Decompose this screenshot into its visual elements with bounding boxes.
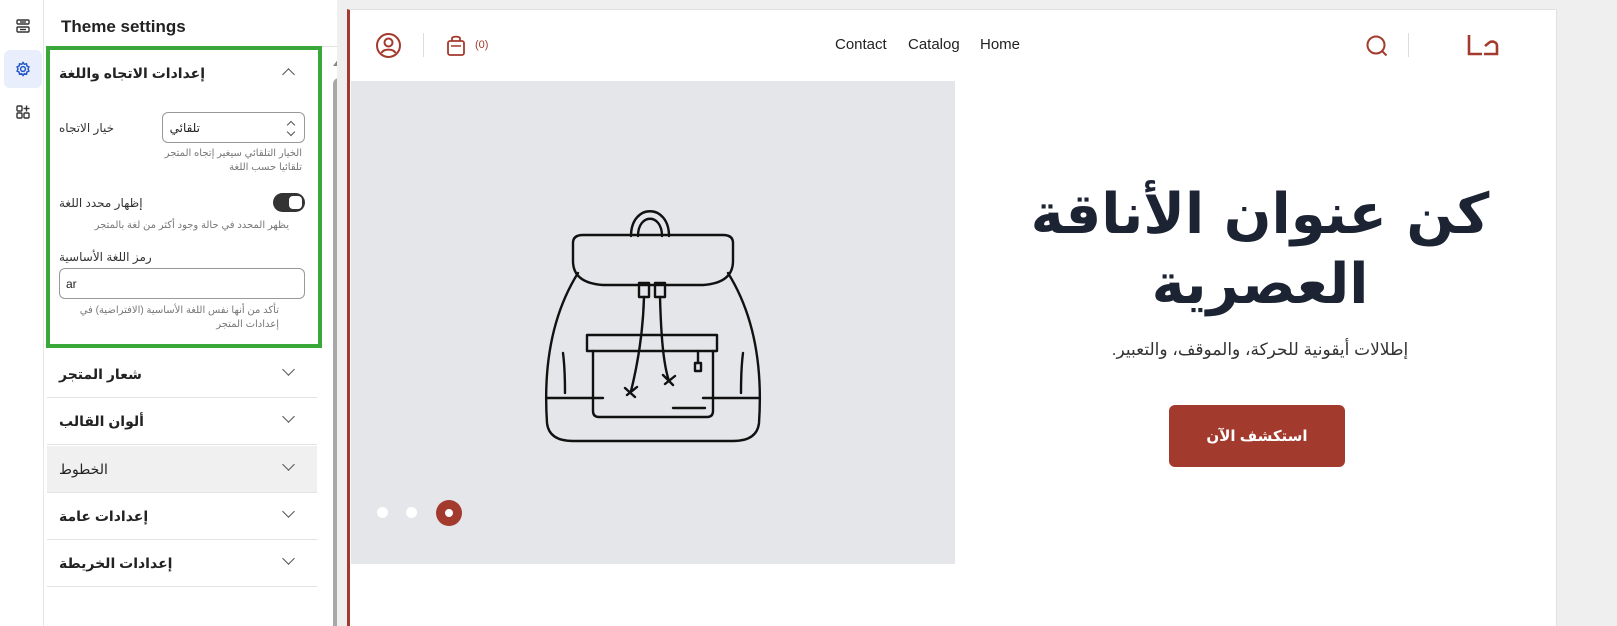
cart-icon[interactable] bbox=[446, 33, 466, 57]
slider-dot-3-active[interactable] bbox=[436, 500, 462, 526]
section-theme-colors[interactable]: ألوان القالب bbox=[47, 398, 317, 445]
chevron-down-icon bbox=[282, 552, 295, 565]
explore-now-button[interactable]: استكشف الآن bbox=[1169, 405, 1345, 467]
section-map[interactable]: إعدادات الخريطة bbox=[47, 540, 317, 587]
hero-title: كن عنوان الأناقة العصرية bbox=[1030, 182, 1490, 317]
slider-dot-1[interactable] bbox=[377, 507, 388, 518]
section-title: إعدادات الخريطة bbox=[59, 555, 173, 571]
section-store-logo[interactable]: شعار المتجر bbox=[47, 351, 317, 398]
direction-select-value: تلقائي bbox=[169, 121, 200, 135]
section-title: ألوان القالب bbox=[59, 413, 144, 429]
section-title: شعار المتجر bbox=[59, 366, 142, 382]
store-logo[interactable] bbox=[1466, 33, 1500, 57]
nav-home[interactable]: Home bbox=[980, 36, 1020, 53]
lang-code-input[interactable]: ar bbox=[59, 268, 305, 299]
lang-code-value: ar bbox=[66, 277, 77, 291]
icon-rail bbox=[0, 0, 44, 626]
lang-switch-help: يظهر المحدد في حالة وجود أكثر من لغة بال… bbox=[94, 220, 289, 231]
hero-image bbox=[351, 81, 955, 564]
header-separator bbox=[1408, 33, 1409, 57]
cart-count: (0) bbox=[475, 39, 489, 51]
direction-help: الخيار التلقائي سيغير إتجاه المتجر تلقائ… bbox=[164, 148, 302, 173]
section-title: إعدادات عامة bbox=[59, 508, 149, 524]
chevron-down-icon bbox=[282, 363, 295, 376]
sections-icon[interactable] bbox=[4, 7, 42, 45]
panel-title: Theme settings bbox=[61, 17, 186, 36]
lang-code-label: رمز اللغة الأساسية bbox=[59, 250, 152, 264]
hero-subtitle: إطلالات أيقونية للحركة، والموقف، والتعبي… bbox=[1111, 340, 1409, 359]
nav-catalog[interactable]: Catalog bbox=[908, 36, 960, 53]
account-icon[interactable] bbox=[375, 32, 402, 59]
backpack-illustration bbox=[544, 210, 762, 443]
section-fonts[interactable]: الخطوط bbox=[47, 446, 317, 493]
divider bbox=[47, 46, 347, 47]
select-arrows-icon bbox=[286, 120, 297, 137]
direction-select[interactable]: تلقائي bbox=[162, 112, 305, 143]
search-icon[interactable] bbox=[1365, 34, 1389, 58]
chevron-down-icon bbox=[282, 505, 295, 518]
toggle-knob bbox=[289, 196, 302, 209]
section-title[interactable]: إعدادات الاتجاه واللغة bbox=[59, 65, 205, 82]
section-title: الخطوط bbox=[59, 461, 108, 477]
lang-switch-label: إظهار محدد اللغة bbox=[59, 196, 143, 210]
direction-label: خيار الاتجاه bbox=[59, 121, 115, 135]
gear-icon[interactable] bbox=[4, 50, 42, 88]
header-separator bbox=[423, 33, 424, 57]
lang-switch-toggle[interactable] bbox=[273, 193, 305, 212]
lang-code-help: تأكد من أنها نفس اللغة الأساسية (الافترا… bbox=[79, 305, 279, 330]
apps-icon[interactable] bbox=[4, 93, 42, 131]
chevron-down-icon bbox=[282, 458, 295, 471]
slider-dot-2[interactable] bbox=[406, 507, 417, 518]
section-general[interactable]: إعدادات عامة bbox=[47, 493, 317, 540]
nav-contact[interactable]: Contact bbox=[835, 36, 887, 53]
chevron-down-icon bbox=[282, 410, 295, 423]
